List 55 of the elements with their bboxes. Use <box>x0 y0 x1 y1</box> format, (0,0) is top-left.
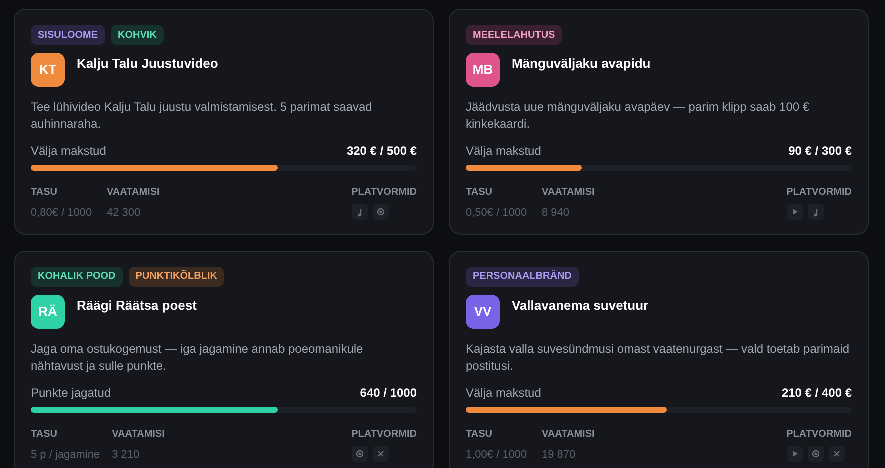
campaign-title: Kalju Talu Juustuvideo <box>77 55 218 73</box>
avatar: RÄ <box>31 294 65 328</box>
stat-label: TASU <box>31 186 58 200</box>
record-icon <box>372 204 389 220</box>
close-icon <box>372 446 389 462</box>
stat-value: 0,80€ / 1000 <box>31 206 94 221</box>
record-icon <box>352 446 368 462</box>
category-tag: KOHALIK POOD <box>31 266 123 286</box>
stat-label: TASU <box>466 428 494 442</box>
campaign-description: Jaga oma ostukogemust — iga jagamine annab poeomanikule nähtavust ja sulle punkte. <box>31 340 364 374</box>
stat-value: 5 p / jagamine <box>31 448 100 462</box>
stat-label: TASU <box>31 428 58 442</box>
stat-value: 42 300 <box>107 206 142 221</box>
category-tag: SISULOOME <box>31 25 106 45</box>
campaign-description: Kajasta valla suvesündmusi omast vaatenurgast — vald toetab parimaid postitusi. <box>466 340 851 374</box>
close-icon <box>828 446 845 462</box>
play-icon <box>786 446 803 462</box>
avatar: VV <box>466 294 500 328</box>
progress-value: 90 € / 300 € <box>788 143 852 160</box>
record-icon <box>808 446 824 462</box>
stat-label: VAATAMISI <box>542 428 596 442</box>
campaign-description: Jäädvusta uue mänguväljaku avapäev — parim klipp saab 100 € kinkekaardi. <box>466 99 811 133</box>
category-tag: PUNKTIKÕLBLIK <box>128 266 224 286</box>
category-tag: MEELELAHUTUS <box>466 25 562 45</box>
stat-label: PLATVORMID <box>786 186 852 200</box>
stat-value: 3 210 <box>112 448 141 462</box>
category-tag: KOHVIK <box>111 25 164 45</box>
stat-label: TASU <box>466 186 494 200</box>
progress-label: Välja makstud <box>31 143 106 160</box>
progress-value: 320 € / 500 € <box>346 143 417 160</box>
progress-label: Välja makstud <box>466 143 542 160</box>
avatar: MB <box>466 53 500 87</box>
stat-label: VAATAMISI <box>107 186 161 200</box>
campaign-description: Tee lühivideo Kalju Talu juustu valmistamisest. 5 parimat saavad auhinnaraha. <box>31 99 374 133</box>
stat-label: PLATVORMID <box>352 186 417 200</box>
stat-label: PLATVORMID <box>786 428 852 442</box>
stat-value: 8 940 <box>542 206 571 221</box>
progress-label: Välja makstud <box>466 384 542 402</box>
stat-value: 1,00€ / 1000 <box>466 448 528 462</box>
music-note-icon <box>808 204 824 220</box>
category-tag: PERSONAALBRÄND <box>466 266 579 286</box>
stat-label: PLATVORMID <box>352 428 417 442</box>
campaign-title: Mänguväljaku avapidu <box>512 55 651 73</box>
stat-value: 0,50€ / 1000 <box>466 206 528 221</box>
play-icon <box>786 204 803 220</box>
stat-label: VAATAMISI <box>112 428 166 442</box>
stat-label: VAATAMISI <box>542 186 596 200</box>
avatar: KT <box>31 53 65 87</box>
progress-label: Punkte jagatud <box>31 384 112 402</box>
campaign-title: Vallavanema suvetuur <box>512 296 649 314</box>
stat-value: 19 870 <box>542 448 577 462</box>
progress-value: 210 € / 400 € <box>782 384 852 402</box>
music-note-icon <box>352 204 368 220</box>
campaign-title: Räägi Räätsa poest <box>77 296 197 315</box>
progress-value: 640 / 1000 <box>360 384 417 402</box>
